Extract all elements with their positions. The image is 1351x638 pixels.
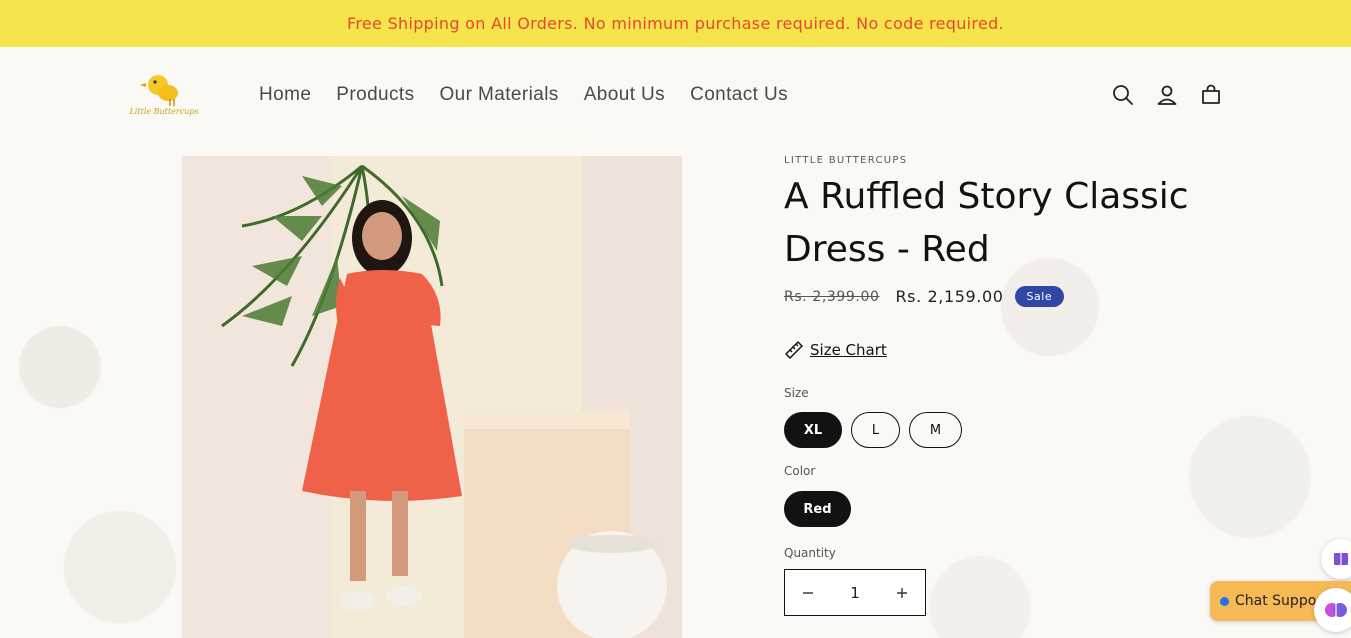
nav-products[interactable]: Products — [336, 84, 414, 106]
sale-badge: Sale — [1014, 286, 1065, 307]
announcement-bar: Free Shipping on All Orders. No minimum … — [0, 0, 1351, 47]
nav-about-us[interactable]: About Us — [584, 84, 665, 106]
size-chart-label: Size Chart — [810, 341, 887, 359]
product-image[interactable] — [182, 156, 682, 638]
product-photo-illustration — [182, 156, 682, 638]
nav-home[interactable]: Home — [259, 84, 311, 106]
price-row: Rs. 2,399.00 Rs. 2,159.00 Sale — [784, 286, 1065, 307]
minus-icon — [803, 591, 813, 594]
size-option-l[interactable]: L — [851, 412, 900, 448]
book-widget-button[interactable] — [1321, 539, 1351, 579]
quantity-decrease-button[interactable] — [785, 570, 831, 615]
quantity-input[interactable]: 1 — [831, 584, 879, 602]
product-vendor: LITTLE BUTTERCUPS — [784, 155, 908, 166]
sale-price: Rs. 2,159.00 — [895, 287, 1004, 306]
plus-icon — [897, 587, 907, 598]
announcement-text: Free Shipping on All Orders. No minimum … — [347, 14, 1004, 33]
color-options: Red — [784, 491, 851, 527]
search-icon[interactable] — [1111, 83, 1135, 107]
quantity-stepper: 1 — [784, 569, 926, 616]
regular-price: Rs. 2,399.00 — [784, 288, 880, 305]
size-chart-link[interactable]: Size Chart — [784, 340, 887, 360]
product-title: A Ruffled Story Classic Dress - Red — [784, 176, 1189, 270]
site-header: Little Buttercups Home Products Our Mate… — [0, 47, 1351, 143]
nav-contact-us[interactable]: Contact Us — [690, 84, 788, 106]
brain-icon — [1325, 603, 1347, 617]
color-option-red[interactable]: Red — [784, 491, 851, 527]
logo-bird-icon — [140, 75, 178, 106]
color-label: Color — [784, 464, 816, 478]
quantity-increase-button[interactable] — [879, 570, 925, 615]
cart-icon[interactable] — [1199, 83, 1223, 107]
logo-text: Little Buttercups — [129, 107, 199, 116]
brand-logo[interactable]: Little Buttercups — [128, 69, 200, 123]
online-status-dot — [1220, 596, 1229, 606]
assistant-widget-button[interactable] — [1314, 588, 1351, 632]
main-nav: Home Products Our Materials About Us Con… — [259, 84, 813, 106]
ruler-icon — [785, 341, 803, 359]
header-icons — [1111, 83, 1223, 107]
nav-our-materials[interactable]: Our Materials — [439, 84, 558, 106]
account-icon[interactable] — [1155, 83, 1179, 107]
size-label: Size — [784, 386, 809, 400]
book-icon — [1334, 553, 1348, 565]
size-option-m[interactable]: M — [909, 412, 962, 448]
size-option-xl[interactable]: XL — [784, 412, 842, 448]
quantity-label: Quantity — [784, 546, 836, 560]
size-options: XL L M — [784, 412, 962, 448]
